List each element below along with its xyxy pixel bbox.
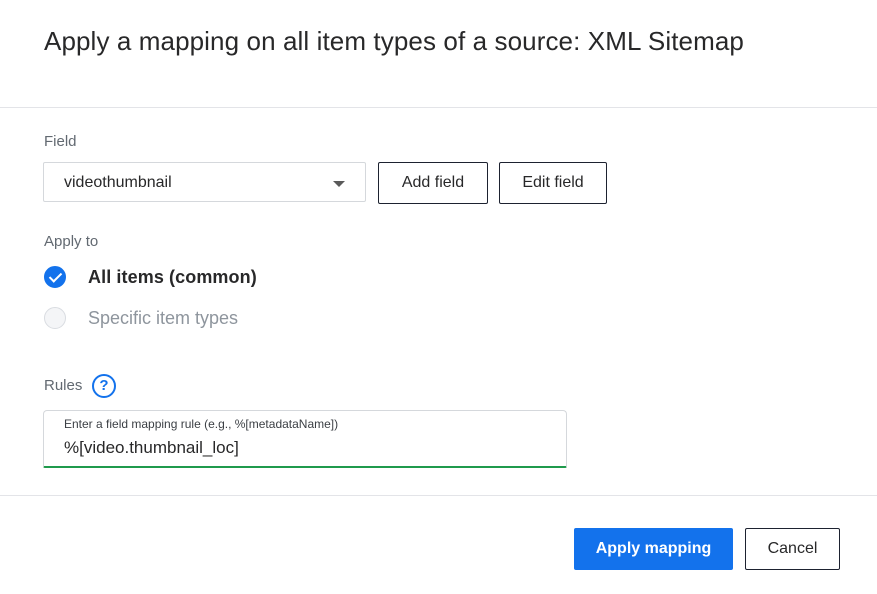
field-label: Field xyxy=(44,133,77,150)
header-divider xyxy=(0,107,877,108)
mapping-rule-input-label: Enter a field mapping rule (e.g., %[meta… xyxy=(64,417,339,431)
dialog-title: Apply a mapping on all item types of a s… xyxy=(44,26,744,56)
help-icon[interactable]: ? xyxy=(92,374,116,398)
radio-all-items[interactable]: All items (common) xyxy=(44,264,257,290)
radio-unchecked-indicator[interactable] xyxy=(44,307,66,329)
apply-mapping-button[interactable]: Apply mapping xyxy=(574,528,733,570)
rules-label: Rules xyxy=(44,377,83,394)
checkmark-icon xyxy=(48,269,63,283)
add-field-button[interactable]: Add field xyxy=(378,162,488,204)
radio-specific-item-types-label: Specific item types xyxy=(88,307,239,328)
mapping-rule-field[interactable]: Enter a field mapping rule (e.g., %[meta… xyxy=(43,410,567,468)
field-select[interactable]: videothumbnail xyxy=(43,162,366,202)
edit-field-button[interactable]: Edit field xyxy=(499,162,607,204)
mapping-dialog: Apply a mapping on all item types of a s… xyxy=(0,0,877,594)
field-select-value: videothumbnail xyxy=(64,174,172,191)
radio-specific-item-types[interactable]: Specific item types xyxy=(44,305,238,331)
apply-to-label: Apply to xyxy=(44,233,99,250)
radio-all-items-label: All items (common) xyxy=(88,266,257,287)
mapping-rule-input[interactable] xyxy=(64,438,544,458)
cancel-button[interactable]: Cancel xyxy=(745,528,840,570)
chevron-down-icon xyxy=(333,181,345,187)
radio-checked-indicator[interactable] xyxy=(44,266,66,288)
footer-divider xyxy=(0,495,877,496)
